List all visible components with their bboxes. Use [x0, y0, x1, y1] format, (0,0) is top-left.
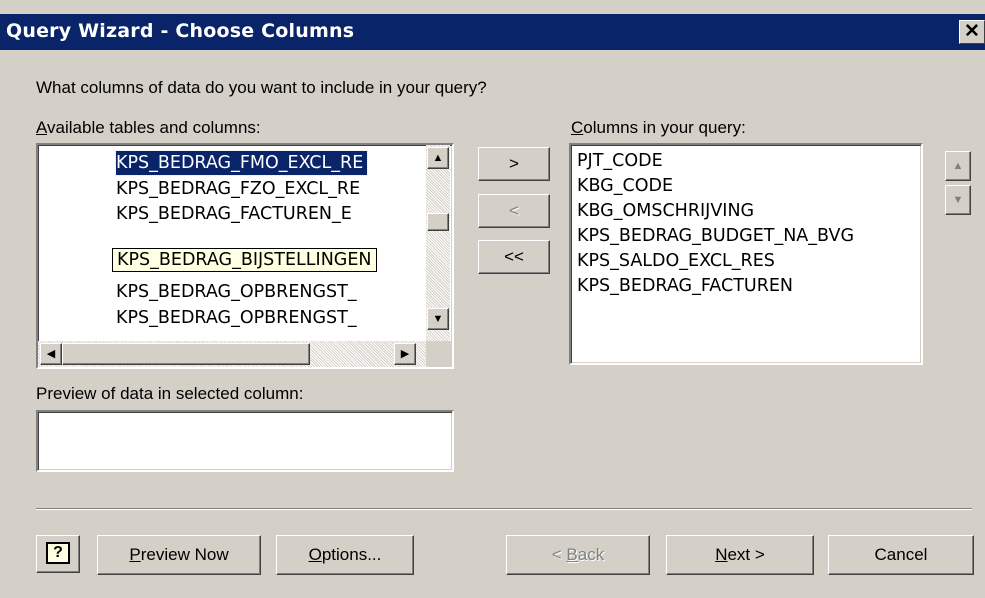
- preview-now-button[interactable]: Preview Now: [97, 535, 261, 575]
- list-item[interactable]: KPS_SALDO_EXCL_RES: [577, 249, 775, 274]
- query-label: Columns in your query:: [571, 118, 746, 137]
- available-label: Available tables and columns:: [36, 118, 261, 137]
- arrow-up-icon: ▲: [432, 152, 444, 164]
- scroll-down-button[interactable]: ▼: [427, 308, 449, 330]
- close-button[interactable]: ✕: [959, 20, 985, 44]
- list-item[interactable]: KPS_BEDRAG_BUDGET_NA_BVG: [577, 224, 854, 249]
- preview-data-box: [36, 410, 454, 472]
- list-item[interactable]: KPS_BEDRAG_OPBRENGST_: [116, 280, 357, 304]
- separator: [36, 508, 972, 510]
- close-icon: ✕: [964, 21, 980, 42]
- list-item[interactable]: KPS_BEDRAG_OPBRENGST_: [116, 306, 357, 330]
- remove-all-columns-button[interactable]: <<: [478, 240, 550, 274]
- list-item-tooltip[interactable]: KPS_BEDRAG_BIJSTELLINGEN: [112, 248, 377, 272]
- scroll-left-button[interactable]: ◀: [40, 343, 62, 365]
- scroll-corner: [426, 341, 452, 367]
- query-columns-list[interactable]: PJT_CODE KBG_CODE KBG_OMSCHRIJVING KPS_B…: [569, 143, 923, 365]
- vertical-scroll-thumb[interactable]: [427, 213, 449, 231]
- cancel-button[interactable]: Cancel: [828, 535, 974, 575]
- prompt-text: What columns of data do you want to incl…: [36, 78, 487, 97]
- next-button[interactable]: Next >: [666, 535, 814, 575]
- arrow-up-icon: ▲: [952, 160, 964, 172]
- add-column-button[interactable]: >: [478, 147, 550, 181]
- help-icon: ?: [46, 542, 70, 564]
- arrow-down-icon: ▼: [952, 194, 964, 206]
- list-item[interactable]: KBG_OMSCHRIJVING: [577, 199, 754, 224]
- remove-column-button[interactable]: <: [478, 194, 550, 228]
- preview-label: Preview of data in selected column:: [36, 384, 304, 403]
- list-item[interactable]: KPS_BEDRAG_FACTUREN_E: [116, 202, 352, 226]
- title-bar: Query Wizard - Choose Columns ✕: [0, 14, 985, 50]
- help-button[interactable]: ?: [36, 535, 80, 573]
- scroll-up-button[interactable]: ▲: [427, 147, 449, 169]
- list-item[interactable]: PJT_CODE: [577, 149, 663, 174]
- move-down-button[interactable]: ▼: [945, 185, 971, 215]
- arrow-down-icon: ▼: [432, 313, 444, 325]
- scroll-right-button[interactable]: ▶: [394, 343, 416, 365]
- options-button[interactable]: Options...: [276, 535, 414, 575]
- back-button[interactable]: < Back: [506, 535, 650, 575]
- list-item[interactable]: KBG_CODE: [577, 174, 673, 199]
- list-item[interactable]: KPS_BEDRAG_FMO_EXCL_RE: [114, 150, 369, 176]
- list-item[interactable]: KPS_BEDRAG_FACTUREN: [577, 274, 793, 299]
- arrow-right-icon: ▶: [400, 348, 410, 360]
- move-up-button[interactable]: ▲: [945, 151, 971, 181]
- available-columns-list[interactable]: KPS_BEDRAG_FMO_EXCL_RE KPS_BEDRAG_FZO_EX…: [36, 143, 454, 369]
- horizontal-scroll-thumb[interactable]: [62, 343, 310, 365]
- list-item[interactable]: KPS_BEDRAG_FZO_EXCL_RE: [116, 177, 360, 201]
- window-title: Query Wizard - Choose Columns: [6, 20, 355, 42]
- arrow-left-icon: ◀: [46, 348, 56, 360]
